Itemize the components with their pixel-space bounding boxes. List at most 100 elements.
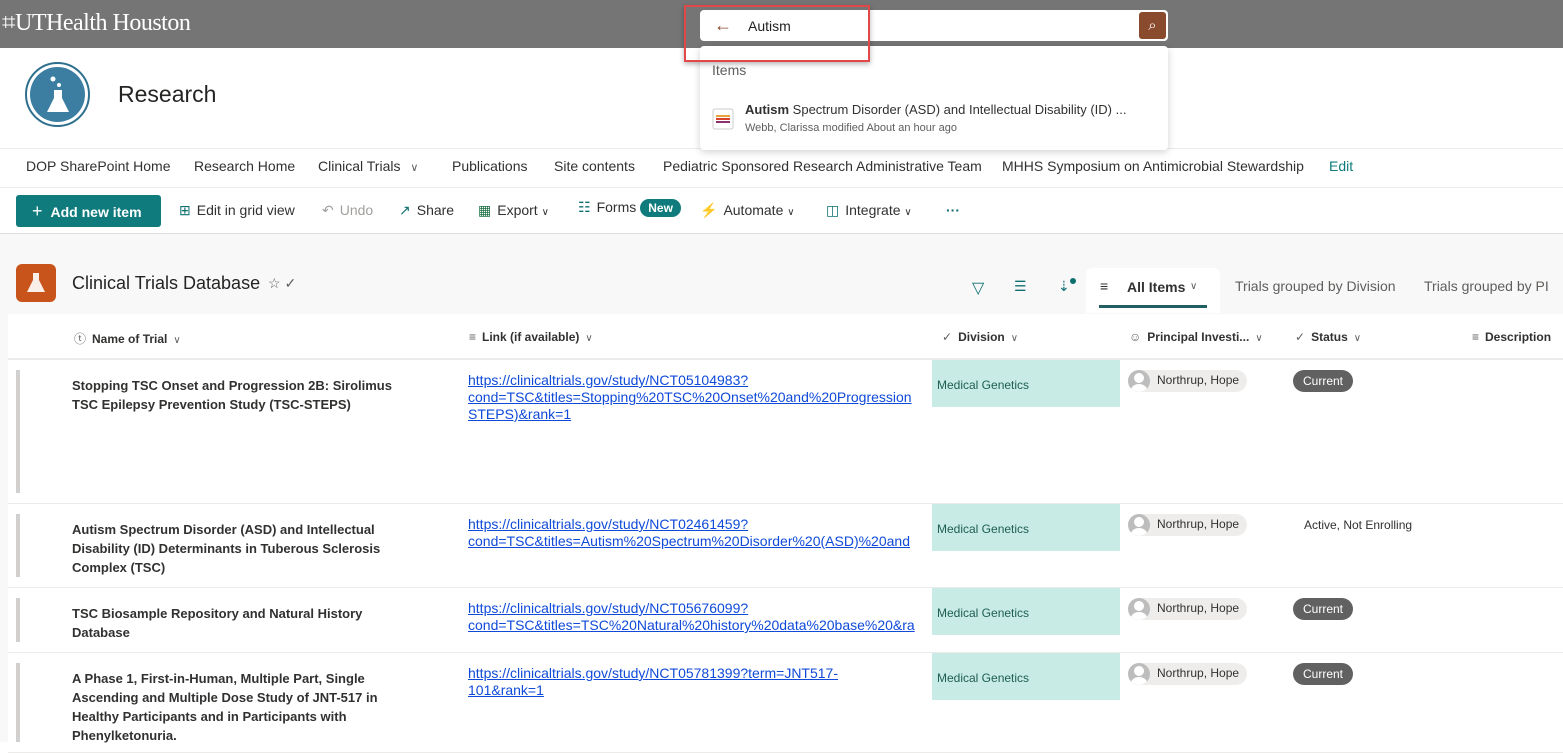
division-cell: Medical Genetics [932, 588, 1120, 635]
chevron-down-icon: ∨ [410, 162, 419, 174]
person-chip[interactable]: Northrup, Hope [1128, 663, 1248, 685]
table-row[interactable]: Stopping TSC Onset and Progression 2B: S… [8, 360, 1563, 504]
filter-icon[interactable]: ▽ [972, 278, 984, 298]
share-button[interactable]: ↗ Share [399, 202, 454, 219]
row-selector[interactable] [16, 598, 20, 642]
table-row[interactable]: TSC Biosample Repository and Natural His… [8, 588, 1563, 653]
avatar [1128, 598, 1150, 620]
add-label: Add new item [50, 204, 142, 220]
person-name: Northrup, Hope [1157, 373, 1240, 387]
forms-icon: ☷ [578, 199, 591, 215]
link-line: STEPS)&rank=1 [468, 406, 572, 422]
table-row[interactable]: A Phase 1, First-in-Human, Multiple Part… [8, 653, 1563, 753]
site-logo[interactable] [25, 62, 90, 127]
label: Name of Trial [92, 332, 168, 346]
status-badge: Current [1293, 598, 1354, 620]
chevron-down-icon: ∨ [1353, 333, 1362, 344]
label: Division [958, 330, 1005, 344]
avatar [1128, 663, 1150, 685]
more-button[interactable]: ··· [946, 202, 960, 218]
label: Link (if available) [482, 330, 580, 344]
export-button[interactable]: ▦ Export ∨ [478, 202, 549, 219]
label: Undo [339, 202, 374, 218]
list-flask-icon [16, 264, 56, 302]
multiline-icon: ≡ [469, 330, 477, 344]
undo-button[interactable]: ↶ Undo [322, 202, 373, 219]
view-tab-by-pi[interactable]: Trials grouped by PI [1424, 278, 1549, 294]
list-area: Clinical Trials Database ☆ ✓ ▽ ☰ ⇣ ≡ All… [0, 234, 1563, 753]
link-line: https://clinicaltrials.gov/study/NCT0246… [468, 516, 749, 532]
highlight-annotation [684, 5, 870, 62]
command-bar: + Add new item ⊞ Edit in grid view ↶ Undo ↗… [0, 189, 1563, 234]
trial-name[interactable]: TSC Biosample Repository and Natural His… [72, 604, 392, 642]
nav-dop-home[interactable]: DOP SharePoint Home [26, 158, 170, 174]
result-title: Spectrum Disorder (ASD) and Intellectual… [789, 102, 1127, 117]
avatar [1128, 370, 1150, 392]
group-list-icon[interactable]: ☰ [1014, 278, 1027, 295]
column-header-status[interactable]: ✓ Status ∨ [1295, 330, 1361, 344]
link-line: cond=TSC&titles=Stopping%20TSC%20Onset%2… [468, 389, 912, 405]
sort-icon[interactable]: ⇣ [1058, 278, 1076, 295]
nav-publications[interactable]: Publications [452, 158, 528, 174]
multiline-icon: ≡ [1472, 330, 1480, 344]
avatar [1128, 514, 1150, 536]
nav-site-contents[interactable]: Site contents [554, 158, 635, 174]
list-title[interactable]: Clinical Trials Database [72, 273, 260, 294]
trial-link[interactable]: https://clinicaltrials.gov/study/NCT0578… [468, 665, 932, 699]
row-selector[interactable] [16, 663, 20, 742]
trial-link[interactable]: https://clinicaltrials.gov/study/NCT0510… [468, 372, 932, 423]
view-tab-all-items[interactable]: ≡ All Items ∨ [1086, 268, 1220, 313]
view-tab-by-division[interactable]: Trials grouped by Division [1235, 278, 1396, 294]
person-chip[interactable]: Northrup, Hope [1128, 598, 1248, 620]
row-selector[interactable] [16, 370, 20, 493]
trial-link[interactable]: https://clinicaltrials.gov/study/NCT0567… [468, 600, 932, 634]
suggestion-item[interactable]: Autism Spectrum Disorder (ASD) and Intel… [745, 102, 1126, 117]
trial-name[interactable]: Autism Spectrum Disorder (ASD) and Intel… [72, 520, 392, 577]
person-chip[interactable]: Northrup, Hope [1128, 514, 1248, 536]
table-row[interactable]: Autism Spectrum Disorder (ASD) and Intel… [8, 504, 1563, 588]
integrate-icon: ◫ [826, 202, 840, 218]
row-selector[interactable] [16, 514, 20, 577]
edit-grid-button[interactable]: ⊞ Edit in grid view [179, 202, 295, 219]
text-field-icon: ⓣ [74, 332, 87, 346]
automate-icon: ⚡ [700, 202, 718, 218]
search-icon[interactable]: ⌕ [1139, 12, 1166, 39]
label: Status [1311, 330, 1348, 344]
site-title[interactable]: Research [118, 81, 216, 108]
column-header-division[interactable]: ✓ Division ∨ [942, 330, 1018, 344]
status-badge: Current [1293, 663, 1354, 685]
person-chip[interactable]: Northrup, Hope [1128, 370, 1248, 392]
label: Share [416, 202, 455, 218]
label: Principal Investi... [1147, 330, 1250, 344]
nav-pediatric-team[interactable]: Pediatric Sponsored Research Administrat… [663, 158, 982, 174]
column-header-name[interactable]: ⓣ Name of Trial ∨ [74, 330, 181, 347]
integrate-button[interactable]: ◫ Integrate ∨ [826, 202, 912, 219]
nav-label: Clinical Trials [318, 158, 401, 174]
nav-mhhs-symposium[interactable]: MHHS Symposium on Antimicrobial Stewards… [1002, 158, 1304, 174]
trial-name[interactable]: A Phase 1, First-in-Human, Multiple Part… [72, 669, 392, 745]
trial-name[interactable]: Stopping TSC Onset and Progression 2B: S… [72, 376, 392, 414]
org-logo[interactable]: ⌗UTHealth Houston [2, 10, 191, 37]
favorite-star-icon[interactable]: ☆ ✓ [268, 275, 296, 292]
add-new-item-button[interactable]: + Add new item [16, 195, 161, 227]
nav-research-home[interactable]: Research Home [194, 158, 295, 174]
division-cell: Medical Genetics [932, 653, 1120, 700]
division-cell: Medical Genetics [932, 504, 1120, 551]
chevron-down-icon: ∨ [904, 207, 912, 218]
nav-clinical-trials[interactable]: Clinical Trials ∨ [318, 158, 418, 174]
check-circle-icon[interactable]: ✓ [284, 275, 296, 291]
forms-button[interactable]: ☷ Forms New [578, 199, 681, 217]
flask-icon [46, 76, 69, 112]
column-header-link[interactable]: ≡ Link (if available) ∨ [469, 330, 593, 344]
link-line: cond=TSC&titles=Autism%20Spectrum%20Diso… [468, 533, 910, 549]
column-header-pi[interactable]: ☺ Principal Investi... ∨ [1129, 330, 1263, 344]
chevron-down-icon: ∨ [787, 207, 795, 218]
automate-button[interactable]: ⚡ Automate ∨ [700, 202, 795, 219]
nav-edit[interactable]: Edit [1329, 158, 1353, 174]
chevron-down-icon: ∨ [541, 207, 549, 218]
person-name: Northrup, Hope [1157, 601, 1240, 615]
label: Description [1485, 330, 1552, 344]
trial-link[interactable]: https://clinicaltrials.gov/study/NCT0246… [468, 516, 932, 550]
column-header-description[interactable]: ≡ Description [1472, 330, 1551, 344]
status-badge: Current [1293, 370, 1354, 392]
